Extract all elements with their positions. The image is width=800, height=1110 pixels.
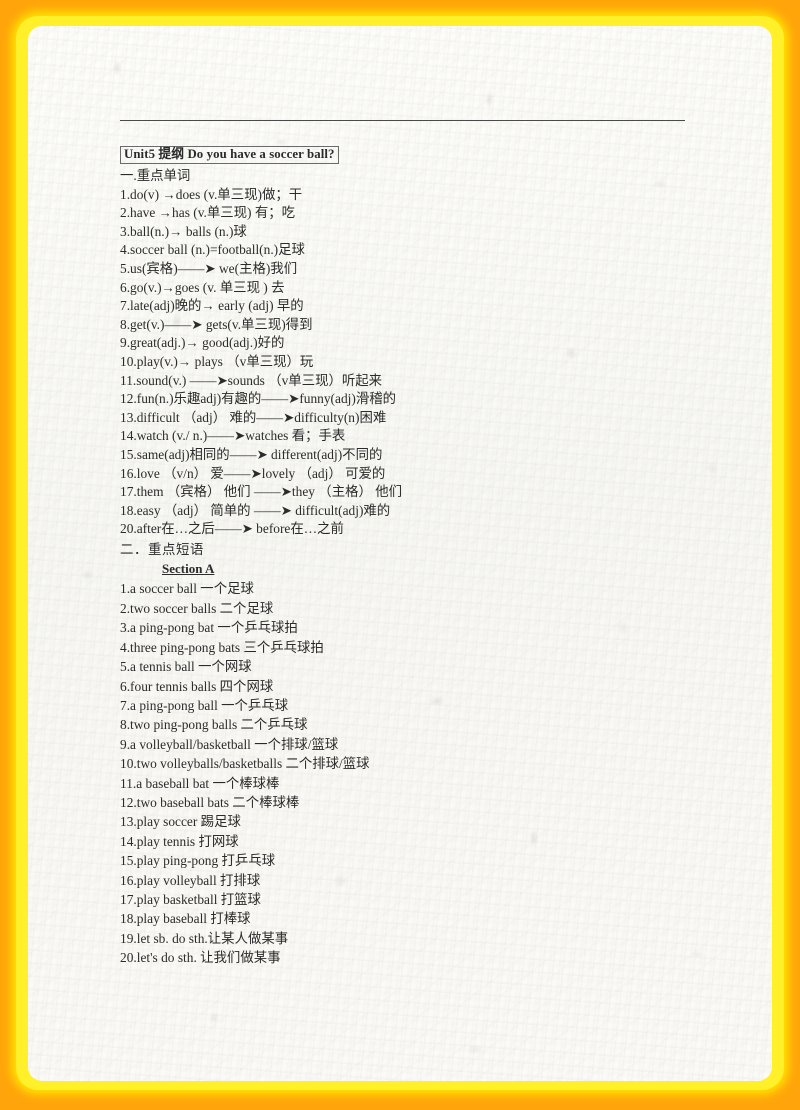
list-item: 13.difficult （adj） 难的——➤difficulty(n)困难: [120, 409, 387, 425]
list-item: 3.ball(n.)→ balls (n.)球: [120, 223, 247, 239]
list-item: 15.same(adj)相同的——➤ different(adj)不同的: [120, 446, 383, 462]
list-item: 8.get(v.)——➤ gets(v.单三现)得到: [120, 316, 313, 332]
list-item: 19.let sb. do sth.让某人做某事: [120, 930, 289, 946]
list-item: 2.have →has (v.单三现) 有；吃: [120, 205, 296, 221]
list-item: 16.play volleyball 打排球: [120, 872, 261, 888]
orange-page-frame: Unit5 提纲 Do you have a soccer ball? 一.重点…: [0, 0, 800, 1110]
list-item: 14.play tennis 打网球: [120, 833, 239, 849]
document-title: Unit5 提纲 Do you have a soccer ball?: [120, 146, 339, 164]
list-item: 18.play baseball 打棒球: [120, 911, 251, 927]
list-item: 18.easy （adj） 简单的 ——➤ difficult(adj)难的: [120, 502, 391, 518]
paper-sheet: Unit5 提纲 Do you have a soccer ball? 一.重点…: [28, 26, 772, 1081]
list-item: 6.go(v.)→goes (v. 单三现 ) 去: [120, 279, 285, 295]
subheading-wrapper: Section A: [120, 559, 720, 579]
list-item: 6.four tennis balls 四个网球: [120, 678, 274, 694]
list-item: 12.two baseball bats 二个棒球棒: [120, 794, 300, 810]
list-item: 7.a ping-pong ball 一个乒乓球: [120, 697, 289, 713]
document-content: Unit5 提纲 Do you have a soccer ball? 一.重点…: [120, 120, 720, 968]
list-item: 20.let's do sth. 让我们做某事: [120, 950, 281, 966]
list-item: 5.us(宾格)——➤ we(主格)我们: [120, 260, 298, 276]
section-heading-phrases: 二．重点短语: [120, 541, 204, 557]
list-item: 10.play(v.)→ plays （v单三现）玩: [120, 353, 314, 369]
list-item: 10.two volleyballs/basketballs 二个排球/篮球: [120, 756, 370, 772]
list-item: 17.play basketball 打篮球: [120, 891, 261, 907]
list-item: 7.late(adj)晚的→ early (adj) 早的: [120, 298, 304, 314]
list-item: 8.two ping-pong balls 二个乒乓球: [120, 717, 308, 733]
list-item: 15.play ping-pong 打乒乓球: [120, 853, 276, 869]
section-vocabulary: 一.重点单词 1.do(v) →does (v.单三现)做；干 2.have →…: [120, 167, 720, 539]
list-item: 17.them （宾格） 他们 ——➤they （主格） 他们: [120, 484, 402, 500]
subheading-section-a: Section A: [162, 561, 215, 577]
list-item: 9.great(adj.)→ good(adj.)好的: [120, 335, 285, 351]
list-item: 14.watch (v./ n.)——➤watches 看；手表: [120, 428, 346, 444]
section-heading-vocabulary: 一.重点单词: [120, 168, 191, 183]
list-item: 12.fun(n.)乐趣adj)有趣的——➤funny(adj)滑稽的: [120, 391, 397, 407]
list-item: 16.love （v/n） 爱——➤lovely （adj） 可爱的: [120, 465, 386, 481]
list-item: 2.two soccer balls 二个足球: [120, 600, 274, 616]
vocabulary-list: 1.do(v) →does (v.单三现)做；干 2.have →has (v.…: [120, 186, 720, 539]
list-item: 11.a baseball bat 一个棒球棒: [120, 775, 280, 791]
list-item: 13.play soccer 踢足球: [120, 814, 241, 830]
list-item: 3.a ping-pong bat 一个乒乓球拍: [120, 620, 298, 636]
list-item: 1.a soccer ball 一个足球: [120, 581, 254, 597]
section-phrases: 二．重点短语 Section A 1.a soccer ball 一个足球 2.…: [120, 541, 720, 968]
list-item: 20.after在…之后——➤ before在…之前: [120, 521, 344, 537]
list-item: 1.do(v) →does (v.单三现)做；干: [120, 186, 303, 202]
top-horizontal-rule: [120, 120, 685, 121]
list-item: 5.a tennis ball 一个网球: [120, 659, 252, 675]
list-item: 4.three ping-pong bats 三个乒乓球拍: [120, 639, 324, 655]
list-item: 9.a volleyball/basketball 一个排球/篮球: [120, 736, 339, 752]
list-item: 4.soccer ball (n.)=football(n.)足球: [120, 242, 305, 258]
list-item: 11.sound(v.) ——➤sounds （v单三现）听起来: [120, 372, 383, 388]
phrase-list: 1.a soccer ball 一个足球 2.two soccer balls …: [120, 579, 720, 967]
